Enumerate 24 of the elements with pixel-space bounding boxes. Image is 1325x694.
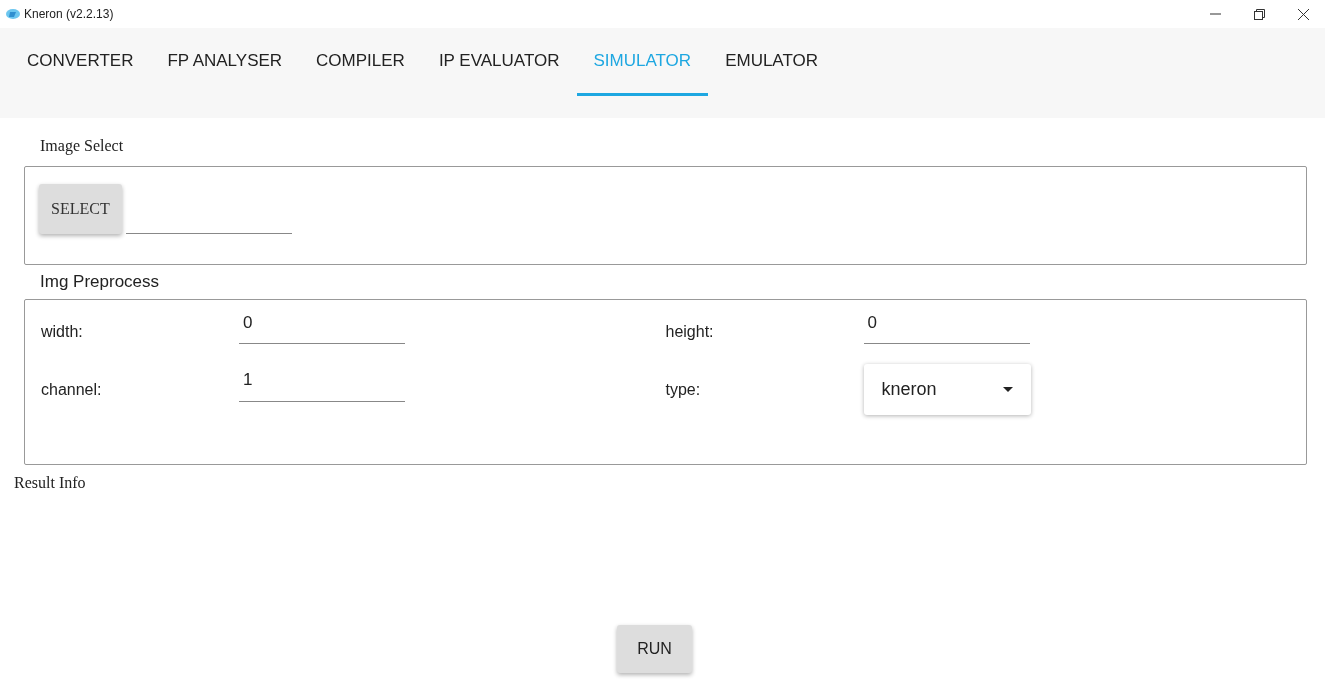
select-button[interactable]: SELECT [39, 184, 122, 234]
section-title: Result Info [14, 472, 87, 493]
tab[interactable]: COMPILER [299, 28, 422, 96]
restore-icon[interactable] [1253, 8, 1265, 20]
run-button[interactable]: RUN [617, 624, 692, 673]
field-label: width: [41, 321, 84, 342]
minimize-icon[interactable] [1209, 13, 1221, 15]
section-title: Img Preprocess [40, 271, 161, 293]
window-title: Kneron (v2.2.13) [24, 6, 114, 23]
input-field[interactable]: 0 [239, 309, 405, 344]
input-field[interactable]: 0 [863, 309, 1030, 344]
caret-icon [1002, 387, 1013, 392]
type-dropdown[interactable]: kneron [863, 364, 1031, 415]
field-label: type: [665, 379, 702, 400]
input-field[interactable]: 1 [239, 367, 405, 402]
close-icon[interactable] [1297, 8, 1309, 20]
tab[interactable]: CONVERTER [10, 28, 151, 96]
field-label: channel: [41, 379, 103, 400]
tab[interactable]: EMULATOR [708, 28, 835, 96]
tab[interactable]: FP ANALYSER [150, 28, 300, 96]
app-logo-icon [6, 9, 20, 19]
section-title: Image Select [40, 136, 125, 157]
tab[interactable]: IP EVALUATOR [421, 28, 577, 96]
field-label: height: [665, 321, 715, 342]
